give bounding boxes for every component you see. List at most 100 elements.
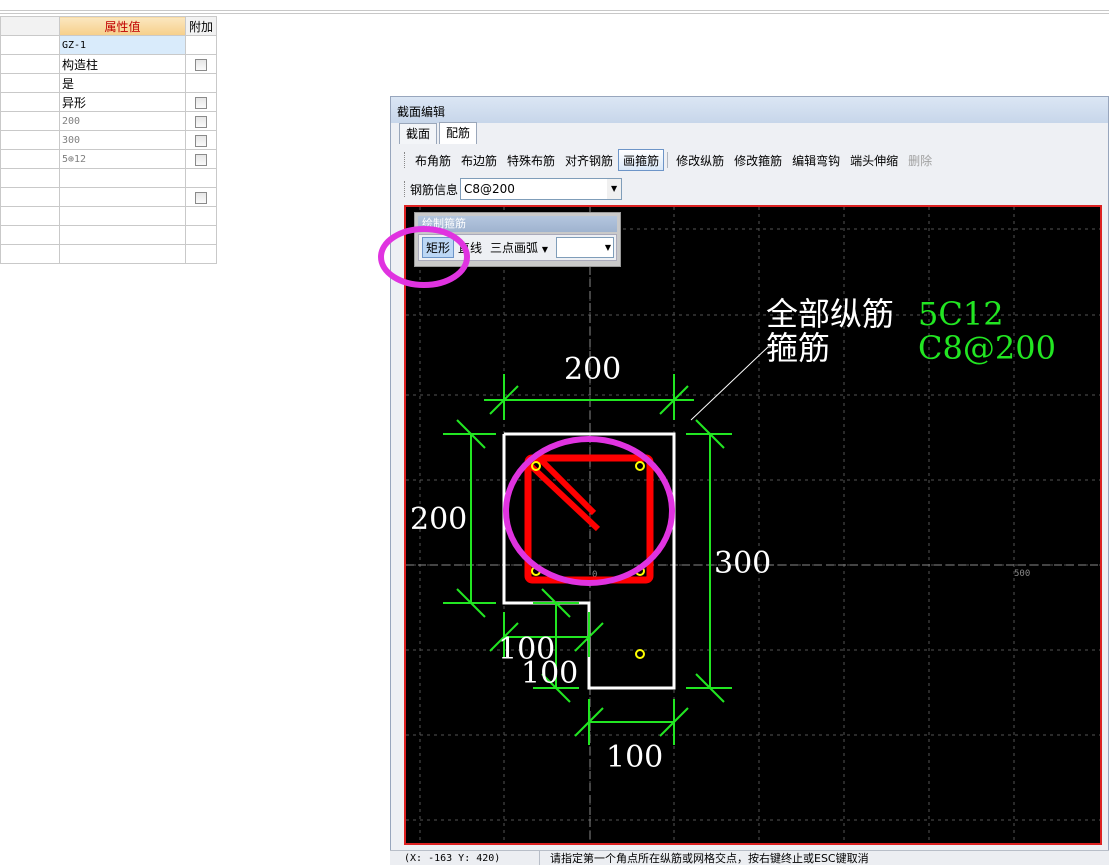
property-extra-cell	[185, 225, 217, 245]
table-row[interactable]	[0, 225, 217, 245]
property-extra-cell	[185, 35, 217, 55]
chevron-down-icon[interactable]: ▼	[607, 179, 622, 199]
property-name-cell[interactable]	[0, 111, 60, 131]
property-value-cell[interactable]: 300	[59, 130, 186, 150]
property-value-cell[interactable]: 构造柱	[59, 54, 186, 74]
property-name-cell[interactable]	[0, 92, 60, 112]
stirrup	[524, 454, 654, 584]
toolbar-button-7[interactable]: 编辑弯钩	[787, 149, 845, 171]
rebar-point[interactable]	[635, 461, 645, 471]
property-extra-cell	[185, 73, 217, 93]
drawing-canvas[interactable]: 0 500 200 200 300 100 100 100 全部纵筋 箍筋 5C…	[404, 205, 1102, 845]
rebar-point[interactable]	[635, 649, 645, 659]
property-name-cell[interactable]	[0, 168, 60, 188]
toolbar-button-2[interactable]: 特殊布筋	[502, 149, 560, 171]
infobar-grip[interactable]	[404, 181, 407, 197]
dim-bottom-width: 100	[606, 740, 663, 775]
toolbar-button-4[interactable]: 画箍筋	[618, 149, 665, 171]
tab-reinforcement[interactable]: 配筋	[439, 122, 478, 144]
table-row[interactable]	[0, 168, 217, 188]
extra-checkbox[interactable]	[195, 191, 207, 204]
property-grid: 属性值 附加 GZ-1 构造柱是异形 200 300 5⊕12	[0, 16, 217, 264]
dimension-labels: 200 200 300 100 100 100	[410, 352, 771, 775]
header-name	[0, 16, 60, 36]
property-name-cell[interactable]	[0, 206, 60, 226]
property-value-cell[interactable]	[59, 206, 186, 226]
axis-500-label: 500	[1014, 569, 1030, 579]
property-value-cell[interactable]: 5⊕12	[59, 149, 186, 169]
dim-top-width: 200	[564, 352, 621, 387]
table-row[interactable]	[0, 206, 217, 226]
toolbar-button-8[interactable]: 端头伸缩	[845, 149, 903, 171]
property-name-cell[interactable]	[0, 35, 60, 55]
property-name-cell[interactable]	[0, 187, 60, 207]
property-extra-cell	[185, 168, 217, 188]
property-grid-header: 属性值 附加	[0, 16, 217, 36]
highlight-circle-rect	[378, 226, 470, 288]
extra-checkbox[interactable]	[195, 96, 207, 109]
property-value-cell[interactable]	[59, 225, 186, 245]
status-coordinates: (X: -163 Y: 420)	[390, 851, 540, 865]
toolbar-separator	[667, 152, 669, 168]
property-extra-cell	[185, 130, 217, 150]
window-title: 截面编辑	[391, 97, 1108, 123]
table-row[interactable]: 构造柱	[0, 54, 217, 74]
property-extra-cell	[185, 92, 217, 112]
table-row[interactable]: 300	[0, 130, 217, 150]
table-row[interactable]: 200	[0, 111, 217, 131]
toolbar-button-1[interactable]: 布边筋	[456, 149, 502, 171]
rebar-info-combo[interactable]: C8@200 ▼	[460, 178, 623, 200]
toolbar-button-9[interactable]: 删除	[903, 149, 937, 171]
property-name-cell[interactable]	[0, 225, 60, 245]
editor-tabs: 截面 配筋	[399, 122, 479, 145]
popup-combo[interactable]: ▼	[556, 237, 615, 258]
property-extra-cell	[185, 187, 217, 207]
rebar-info-label: 钢筋信息	[410, 182, 459, 197]
top-border	[0, 10, 1109, 14]
header-value: 属性值	[59, 16, 186, 36]
legend-value-2: C8@200	[918, 329, 1056, 367]
status-bar: (X: -163 Y: 420) 请指定第一个角点所在纵筋或网格交点，按右键终止…	[390, 850, 1109, 865]
rebar-info-bar: 钢筋信息 C8@200 ▼	[404, 177, 623, 201]
property-value-cell[interactable]: 异形	[59, 92, 186, 112]
extra-checkbox[interactable]	[195, 153, 207, 166]
property-name-cell[interactable]	[0, 54, 60, 74]
drawing-svg[interactable]: 0 500 200 200 300 100 100 100 全部纵筋 箍筋 5C…	[406, 207, 1100, 843]
chevron-down-icon[interactable]: ▼	[542, 245, 548, 254]
legend-value-1: 5C12	[918, 295, 1004, 333]
table-row[interactable]: 5⊕12	[0, 149, 217, 169]
property-value-cell[interactable]: 是	[59, 73, 186, 93]
tab-section[interactable]: 截面	[399, 123, 438, 144]
property-name-cell[interactable]	[0, 244, 60, 264]
property-extra-cell	[185, 244, 217, 264]
table-row[interactable]	[0, 187, 217, 207]
table-row[interactable]: 异形	[0, 92, 217, 112]
table-row[interactable]: GZ-1	[0, 35, 217, 55]
property-name-cell[interactable]	[0, 149, 60, 169]
property-name-cell[interactable]	[0, 130, 60, 150]
property-name-cell[interactable]	[0, 73, 60, 93]
extra-checkbox[interactable]	[195, 58, 207, 71]
table-row[interactable]: 是	[0, 73, 217, 93]
three-point-arc-button[interactable]: 三点画弧 ▼	[486, 237, 552, 258]
dim-notch-height: 100	[521, 656, 578, 691]
toolbar-button-5[interactable]: 修改纵筋	[671, 149, 729, 171]
toolbar-button-6[interactable]: 修改箍筋	[729, 149, 787, 171]
toolbar-button-3[interactable]: 对齐钢筋	[560, 149, 618, 171]
extra-checkbox[interactable]	[195, 115, 207, 128]
legend: 全部纵筋 箍筋 5C12 C8@200	[766, 295, 1056, 367]
dim-left-height: 200	[410, 502, 467, 537]
legend-label-2: 箍筋	[766, 329, 830, 367]
toolbar-grip[interactable]	[404, 152, 407, 168]
property-value-cell[interactable]	[59, 244, 186, 264]
extra-checkbox[interactable]	[195, 134, 207, 147]
property-value-cell[interactable]	[59, 187, 186, 207]
property-value-cell[interactable]: 200	[59, 111, 186, 131]
property-value-cell[interactable]	[59, 168, 186, 188]
property-value-cell[interactable]: GZ-1	[59, 35, 186, 55]
dim-right-height: 300	[714, 546, 771, 581]
property-extra-cell	[185, 149, 217, 169]
table-row[interactable]	[0, 244, 217, 264]
toolbar-button-0[interactable]: 布角筋	[410, 149, 456, 171]
chevron-down-icon[interactable]: ▼	[605, 238, 611, 257]
